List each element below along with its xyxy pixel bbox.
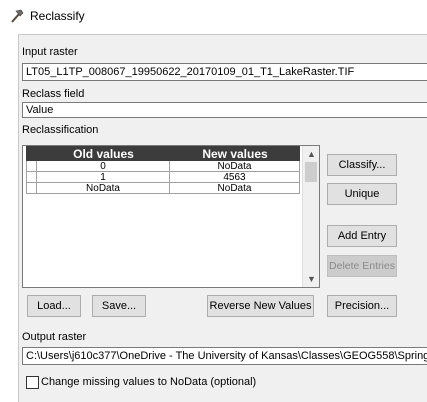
new-value-cell[interactable]: 4563 (170, 172, 300, 183)
output-raster-field[interactable]: C:\Users\j610c377\OneDrive - The Univers… (22, 347, 427, 365)
output-raster-label: Output raster (22, 331, 87, 343)
table-row[interactable]: NoData NoData (26, 183, 300, 194)
reclass-field-select[interactable]: Value (22, 102, 427, 118)
unique-button[interactable]: Unique (327, 183, 397, 205)
add-entry-button[interactable]: Add Entry (327, 225, 397, 247)
save-button[interactable]: Save... (92, 295, 146, 317)
column-header-old-values[interactable]: Old values (37, 147, 170, 161)
dialog-body: Input raster LT05_L1TP_008067_19950622_2… (18, 34, 427, 402)
precision-button[interactable]: Precision... (327, 295, 397, 317)
reclassification-table: Old values New values 0 NoData 1 4563 No… (22, 145, 320, 288)
scroll-up-icon[interactable]: ▲ (303, 146, 320, 162)
reclass-field-label: Reclass field (22, 88, 85, 100)
row-selector[interactable] (27, 183, 37, 194)
change-missing-checkbox[interactable] (26, 376, 39, 389)
hammer-icon (11, 9, 24, 23)
scroll-thumb[interactable] (305, 162, 317, 182)
old-value-cell[interactable]: 0 (37, 161, 170, 172)
reverse-new-values-button[interactable]: Reverse New Values (207, 295, 314, 317)
classify-button[interactable]: Classify... (327, 154, 397, 176)
row-selector[interactable] (27, 161, 37, 172)
delete-entries-button[interactable]: Delete Entries (327, 255, 397, 277)
reclassification-grid: Old values New values 0 NoData 1 4563 No… (26, 146, 300, 194)
new-value-cell[interactable]: NoData (170, 161, 300, 172)
window-title: Reclassify (30, 9, 85, 23)
row-selector[interactable] (27, 172, 37, 183)
load-button[interactable]: Load... (27, 295, 81, 317)
table-header: Old values New values (26, 146, 300, 161)
input-raster-label: Input raster (22, 46, 78, 58)
column-header-new-values[interactable]: New values (170, 147, 300, 161)
change-missing-label[interactable]: Change missing values to NoData (optiona… (41, 376, 256, 388)
input-raster-field[interactable]: LT05_L1TP_008067_19950622_20170109_01_T1… (22, 63, 427, 81)
title-bar: Reclassify (0, 0, 427, 34)
old-value-cell[interactable]: NoData (37, 183, 170, 194)
table-row[interactable]: 1 4563 (26, 172, 300, 183)
old-value-cell[interactable]: 1 (37, 172, 170, 183)
scroll-down-icon[interactable]: ▼ (303, 271, 320, 287)
table-row[interactable]: 0 NoData (26, 161, 300, 172)
reclassification-label: Reclassification (22, 124, 99, 136)
new-value-cell[interactable]: NoData (170, 183, 300, 194)
table-scrollbar[interactable]: ▲ ▼ (302, 146, 319, 287)
